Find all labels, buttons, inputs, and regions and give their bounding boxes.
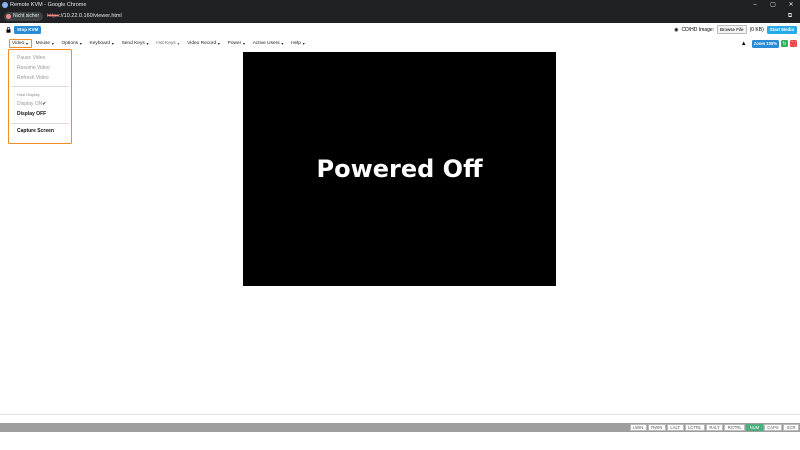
media-controls: ◉ CD/HD Image: Browse File (0 KB) Start … bbox=[674, 25, 797, 34]
menu-send-keys-label: Send Keys bbox=[121, 41, 145, 46]
video-screen[interactable]: Powered Off bbox=[243, 52, 556, 286]
menu-hot-keys-label: Hot Keys bbox=[156, 41, 176, 46]
address-bar: Nicht sicher https://10.22.0.160/viewer.… bbox=[0, 9, 800, 23]
kvm-viewer: Stop KVM ◉ CD/HD Image: Browse File (0 K… bbox=[0, 23, 800, 423]
start-media-button[interactable]: Start Media bbox=[766, 25, 797, 34]
menu-hot-keys[interactable]: Hot Keys ▼ bbox=[153, 39, 183, 48]
file-size: (0 KB) bbox=[749, 26, 764, 33]
close-window-button[interactable]: ✕ bbox=[782, 0, 800, 9]
caret-down-icon: ▼ bbox=[176, 41, 181, 46]
menu-mouse-label: Mouse bbox=[35, 41, 51, 46]
not-secure-icon bbox=[6, 13, 11, 19]
capture-screen-item[interactable]: Capture Screen bbox=[17, 128, 54, 134]
menu-mouse[interactable]: Mouse ▼ bbox=[33, 39, 58, 48]
view-controls: ▲ Zoom 100% ↻ ⛶ bbox=[741, 39, 797, 48]
menu-power[interactable]: Power ▼ bbox=[225, 39, 249, 48]
caret-down-icon: ▼ bbox=[111, 41, 115, 46]
menu-help-label: Help bbox=[291, 41, 301, 46]
pause-video-item[interactable]: Pause Video bbox=[17, 55, 45, 61]
top-toolbar: Stop KVM ◉ CD/HD Image: Browse File (0 K… bbox=[0, 23, 800, 36]
url-rest: ://10.22.0.160/viewer.html bbox=[59, 13, 122, 19]
url-protocol: https bbox=[47, 13, 60, 19]
window-titlebar: Remote KVM - Google Chrome – ▢ ✕ bbox=[0, 0, 800, 9]
menu-active-users[interactable]: Active Users ▼ bbox=[250, 39, 287, 48]
menu-send-keys[interactable]: Send Keys ▼ bbox=[119, 39, 153, 48]
caret-down-icon: ▼ bbox=[145, 41, 150, 46]
menu-keyboard[interactable]: Keyboard ▼ bbox=[87, 39, 118, 48]
refresh-video-item[interactable]: Refresh Video bbox=[17, 75, 49, 81]
caret-down-icon: ▼ bbox=[51, 41, 55, 46]
display-off-item[interactable]: Display OFF bbox=[17, 111, 46, 117]
caret-down-icon: ▼ bbox=[217, 41, 221, 46]
menu-options[interactable]: Options ▼ bbox=[59, 39, 86, 48]
key-lalt[interactable]: LALT bbox=[666, 424, 684, 431]
security-label: Nicht sicher bbox=[13, 13, 40, 19]
caret-down-icon: ▼ bbox=[280, 41, 285, 46]
caret-down-icon: ▼ bbox=[242, 41, 246, 46]
display-on-item[interactable]: Display ON✔ bbox=[17, 101, 47, 107]
fullscreen-icon[interactable]: ⛶ bbox=[790, 40, 797, 47]
stop-kvm-button[interactable]: Stop KVM bbox=[14, 25, 42, 34]
key-num[interactable]: NUM bbox=[746, 424, 763, 431]
keyboard-status-bar: LWIN RWIN LALT LCTRL RALT RCTRL NUM CAPS… bbox=[0, 423, 800, 432]
translate-icon[interactable]: ⧉ bbox=[786, 12, 794, 20]
caret-down-icon: ▼ bbox=[301, 41, 306, 46]
menu-video[interactable]: Video ▼ bbox=[9, 39, 32, 48]
key-rctrl[interactable]: RCTRL bbox=[724, 424, 746, 431]
caret-down-icon: ▼ bbox=[79, 41, 83, 46]
host-display-header: Host Display bbox=[17, 92, 40, 97]
menu-video-record-label: Video Record bbox=[187, 41, 217, 46]
caret-down-icon: ▼ bbox=[25, 41, 29, 46]
video-dropdown-menu: Pause Video Resume Video Refresh Video H… bbox=[8, 49, 72, 144]
menu-video-record[interactable]: Video Record ▼ bbox=[184, 39, 223, 48]
zoom-button[interactable]: Zoom 100% bbox=[751, 39, 779, 48]
window-title: Remote KVM - Google Chrome bbox=[10, 1, 87, 8]
display-on-label: Display ON bbox=[17, 101, 43, 107]
page-footer-space bbox=[0, 432, 800, 450]
key-lctrl[interactable]: LCTRL bbox=[684, 424, 705, 431]
cd-image-label: CD/HD Image: bbox=[681, 26, 715, 33]
cd-icon: ◉ bbox=[674, 26, 679, 33]
menu-help[interactable]: Help ▼ bbox=[288, 39, 308, 48]
menu-options-label: Options bbox=[61, 41, 79, 46]
menu-bar: Video ▼ Mouse ▼ Options ▼ Keyboard ▼ Send Ke… bbox=[0, 39, 800, 48]
minimize-button[interactable]: – bbox=[746, 0, 764, 9]
refresh-icon[interactable]: ↻ bbox=[781, 40, 788, 47]
menu-keyboard-label: Keyboard bbox=[89, 41, 111, 46]
menu-active-users-label: Active Users bbox=[252, 41, 280, 46]
url-field[interactable]: https://10.22.0.160/viewer.html bbox=[47, 13, 786, 19]
maximize-button[interactable]: ▢ bbox=[764, 0, 782, 9]
key-lwin[interactable]: LWIN bbox=[629, 424, 647, 431]
key-scr[interactable]: SCR bbox=[783, 424, 799, 431]
warning-icon[interactable]: ▲ bbox=[741, 41, 747, 47]
menu-divider bbox=[11, 86, 69, 87]
chrome-icon bbox=[2, 1, 8, 8]
security-chip[interactable]: Nicht sicher bbox=[4, 11, 44, 21]
key-caps[interactable]: CAPS bbox=[763, 424, 783, 431]
key-ralt[interactable]: RALT bbox=[705, 424, 724, 431]
lock-icon[interactable] bbox=[5, 26, 11, 33]
menu-video-label: Video bbox=[12, 41, 25, 46]
browse-file-button[interactable]: Browse File bbox=[717, 25, 747, 34]
menu-power-label: Power bbox=[227, 41, 242, 46]
screen-message: Powered Off bbox=[316, 155, 483, 183]
resume-video-item[interactable]: Resume Video bbox=[17, 65, 50, 71]
menu-divider bbox=[11, 123, 69, 124]
check-icon: ✔ bbox=[42, 101, 47, 107]
content-divider bbox=[0, 414, 800, 415]
key-rwin[interactable]: RWIN bbox=[647, 424, 666, 431]
